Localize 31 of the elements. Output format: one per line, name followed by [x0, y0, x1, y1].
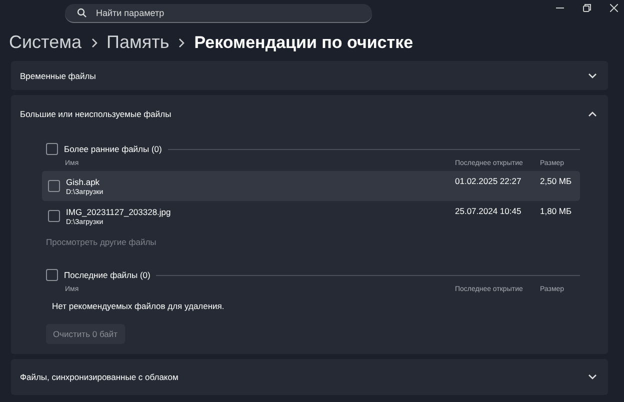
close-icon[interactable] — [610, 4, 618, 12]
section-header[interactable]: Файлы, синхронизированные с облаком — [11, 359, 608, 395]
chevron-icon — [588, 72, 597, 78]
restore-icon[interactable] — [583, 4, 591, 12]
group-title: Более ранние файлы (0) — [64, 144, 162, 154]
breadcrumb-item: Рекомендации по очистке — [194, 32, 414, 52]
section-title: Большие или неиспользуемые файлы — [20, 109, 172, 119]
chevron-icon — [588, 374, 597, 380]
search-field[interactable]: Найти параметр — [65, 4, 372, 22]
checkbox[interactable] — [46, 143, 58, 155]
file-name: IMG_20231127_203328.jpg — [66, 206, 172, 216]
checkbox[interactable] — [46, 269, 58, 281]
chevron-icon — [588, 111, 597, 117]
chevron-icon — [90, 38, 98, 48]
file-date: 01.02.2025 22:27 — [455, 176, 522, 186]
file-size: 2,50 МБ — [540, 176, 573, 186]
section-title: Временные файлы — [20, 70, 96, 80]
section-header[interactable]: Большие или неиспользуемые файлы — [11, 95, 608, 133]
section-title: Файлы, синхронизированные с облаком — [20, 372, 178, 382]
section-header[interactable]: Временные файлы — [11, 61, 608, 90]
group-title: Последние файлы (0) — [64, 270, 150, 280]
file-name: Gish.apk — [66, 176, 101, 186]
empty-message: Нет рекомендуемых файлов для удаления. — [52, 301, 224, 311]
breadcrumb-item[interactable]: Память — [106, 32, 170, 53]
file-date: 25.07.2024 10:45 — [455, 206, 522, 216]
breadcrumb-item[interactable]: Система — [9, 32, 82, 53]
checkbox[interactable] — [48, 180, 60, 192]
file-size: 1,80 МБ — [540, 206, 573, 216]
checkbox[interactable] — [48, 210, 60, 222]
more-files-link[interactable]: Просмотреть другие файлы — [46, 237, 156, 247]
chevron-icon — [178, 38, 186, 48]
